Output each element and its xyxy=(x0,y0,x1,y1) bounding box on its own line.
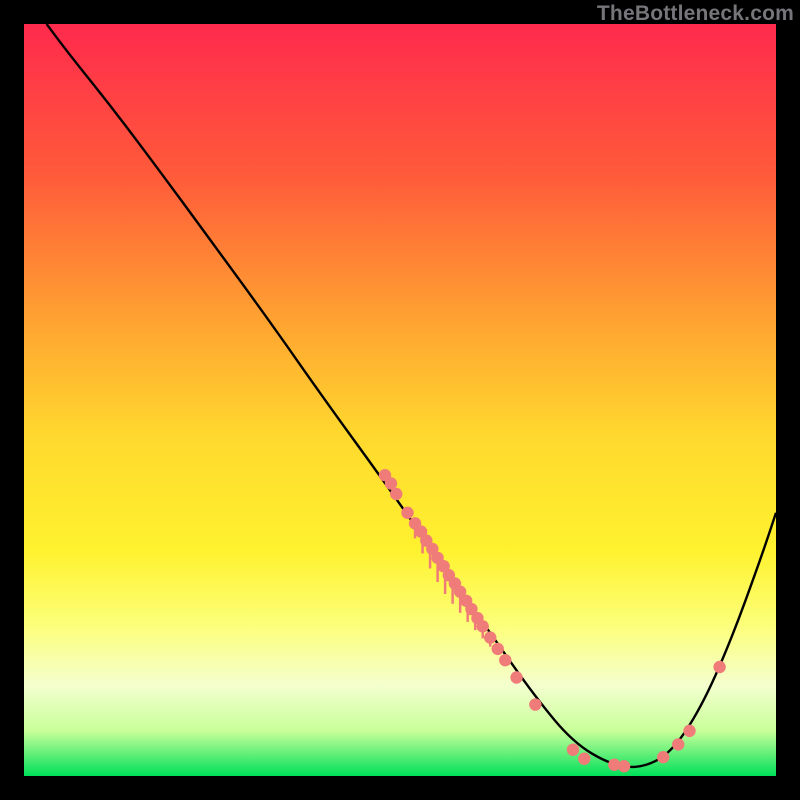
watermark-label: TheBottleneck.com xyxy=(597,2,794,26)
chart-svg xyxy=(24,24,776,776)
data-point xyxy=(510,671,522,683)
data-point xyxy=(713,661,725,673)
data-point xyxy=(618,760,630,772)
data-point xyxy=(567,743,579,755)
data-point xyxy=(672,738,684,750)
data-point xyxy=(683,725,695,737)
data-point xyxy=(390,488,402,500)
gradient-background xyxy=(24,24,776,776)
data-point xyxy=(657,751,669,763)
data-point xyxy=(401,507,413,519)
data-point xyxy=(385,477,397,489)
data-point xyxy=(499,654,511,666)
chart-container xyxy=(24,24,776,776)
data-point xyxy=(492,643,504,655)
data-point xyxy=(578,753,590,765)
data-point xyxy=(477,620,489,632)
data-point xyxy=(484,631,496,643)
data-point xyxy=(529,698,541,710)
